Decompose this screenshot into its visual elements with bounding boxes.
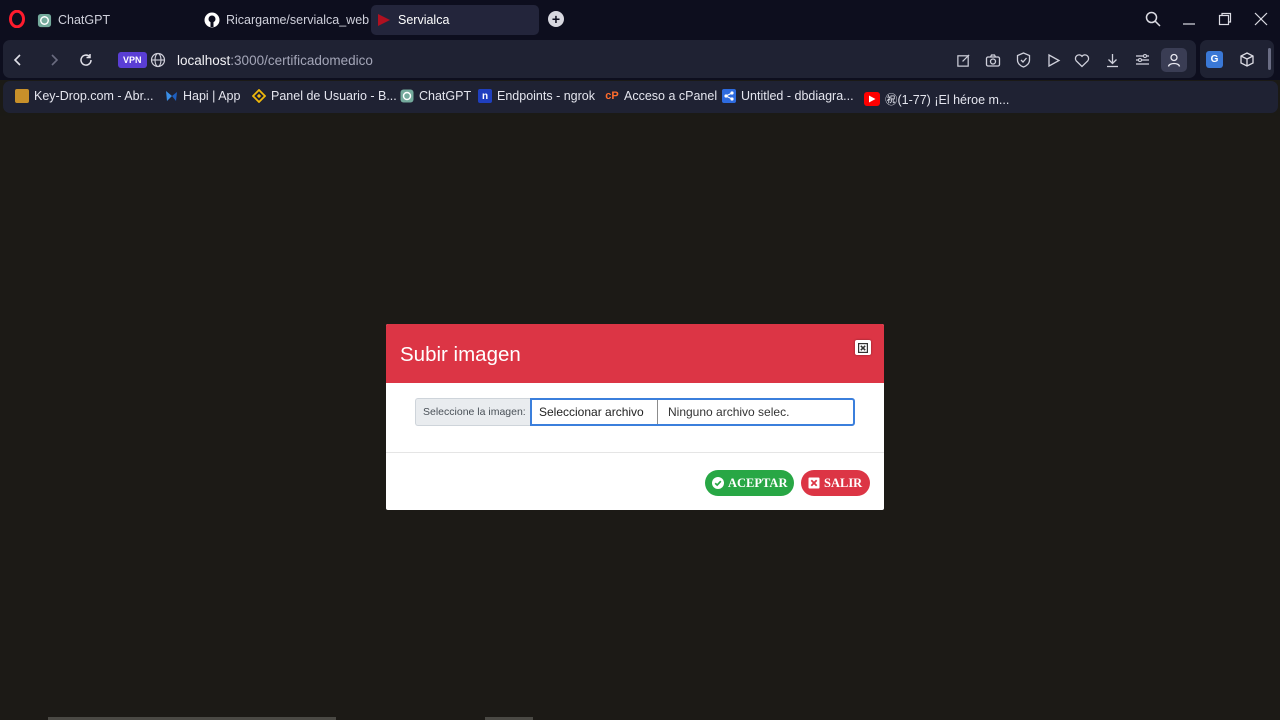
bookmark-hapi[interactable]: Hapi | App [164,89,240,103]
bookmark-label: Hapi | App [183,89,241,103]
bookmark-ngrok[interactable]: n Endpoints - ngrok [478,89,595,103]
bookmark-label: Untitled - dbdiagra... [741,89,854,103]
globe-icon[interactable] [150,52,166,68]
profile-button[interactable] [1161,48,1187,72]
chatgpt-icon [400,89,414,103]
dbdiagram-icon [722,89,736,103]
browser-toolbar: VPN localhost:3000/certificadomedico G [0,38,1280,80]
easy-setup-icon[interactable] [1133,51,1151,69]
bookmark-label: ChatGPT [419,89,472,103]
reload-icon[interactable] [77,51,95,69]
upload-image-modal: Subir imagen Seleccione la imagen: Selec… [386,324,884,510]
image-file-input[interactable]: Seleccionar archivo Ninguno archivo sele… [530,398,855,426]
tab-servialca[interactable]: Servialca [371,5,539,35]
hapi-icon [164,89,178,103]
tab-github[interactable]: Ricargame/servialca_web [204,5,370,35]
close-icon [858,342,868,353]
bookmark-cpanel[interactable]: cP Acceso a cPanel [605,89,717,103]
close-window-icon[interactable] [1250,9,1272,29]
binance-icon [252,89,266,103]
bookmark-keydrop[interactable]: Key-Drop.com - Abr... [15,89,153,103]
play-icon[interactable] [1044,51,1062,69]
check-circle-icon [712,477,724,489]
edit-icon[interactable] [954,51,972,69]
file-status-text: Ninguno archivo selec. [668,405,790,419]
extensions-scrollbar[interactable] [1268,48,1271,70]
exit-button[interactable]: SALIR [801,470,870,496]
url-host: localhost [177,53,231,68]
tab-strip: ChatGPT Ricargame/servialca_web Servialc… [0,0,1280,38]
modal-header: Subir imagen [386,324,884,383]
modal-body: Seleccione la imagen: Seleccionar archiv… [386,383,884,453]
forward-icon[interactable] [45,51,63,69]
heart-icon[interactable] [1073,51,1091,69]
extensions-panel: G [1200,40,1274,78]
shield-icon[interactable] [1014,51,1032,69]
bookmark-label: Endpoints - ngrok [497,89,595,103]
new-tab-button[interactable]: + [548,11,564,27]
github-icon [204,12,220,28]
image-input-label: Seleccione la imagen: [415,398,530,426]
bookmark-binance[interactable]: Panel de Usuario - B... [252,89,397,103]
tab-label: ChatGPT [58,13,111,27]
chatgpt-icon [36,12,52,28]
bookmark-dbdiagram[interactable]: Untitled - dbdiagra... [722,89,854,103]
select-file-button[interactable]: Seleccionar archivo [532,400,658,424]
bookmarks-bar: Key-Drop.com - Abr... Hapi | App Panel d… [3,81,1278,113]
youtube-icon [864,91,880,106]
vpn-badge[interactable]: VPN [118,52,147,68]
url-field[interactable]: localhost:3000/certificadomedico [177,53,373,68]
exit-label: SALIR [824,475,863,490]
tab-label: Ricargame/servialca_web [226,13,370,27]
bookmark-label: Panel de Usuario - B... [271,89,397,103]
extensions-icon[interactable] [1238,51,1256,69]
camera-icon[interactable] [984,51,1002,69]
url-path: :3000/certificadomedico [230,53,373,68]
modal-title: Subir imagen [400,343,521,366]
download-icon[interactable] [1103,51,1121,69]
accept-button[interactable]: ACEPTAR [705,470,794,496]
translate-icon[interactable]: G [1206,51,1223,68]
minimize-icon[interactable] [1178,9,1200,29]
close-square-icon [808,477,820,489]
address-bar[interactable]: VPN localhost:3000/certificadomedico [3,40,1196,78]
bookmark-youtube[interactable]: ㊗(1-77) ¡El héroe m... [864,89,1009,108]
tab-label: Servialca [398,13,450,27]
accept-label: ACEPTAR [728,475,788,490]
cpanel-icon: cP [605,90,619,102]
bookmark-label: Acceso a cPanel [624,89,718,103]
profile-icon [1167,53,1181,67]
servialca-icon [376,12,392,28]
modal-close-button[interactable] [855,340,871,355]
tab-chatgpt[interactable]: ChatGPT [36,5,196,35]
bookmark-label: Key-Drop.com - Abr... [34,89,154,103]
restore-icon[interactable] [1214,9,1236,29]
keydrop-icon [15,89,29,103]
ngrok-icon: n [478,89,492,103]
bookmark-chatgpt[interactable]: ChatGPT [400,89,471,103]
opera-logo-icon[interactable] [9,10,25,28]
back-icon[interactable] [9,51,27,69]
bookmark-label: ㊗(1-77) ¡El héroe m... [885,93,1010,107]
search-tabs-icon[interactable] [1142,9,1164,29]
